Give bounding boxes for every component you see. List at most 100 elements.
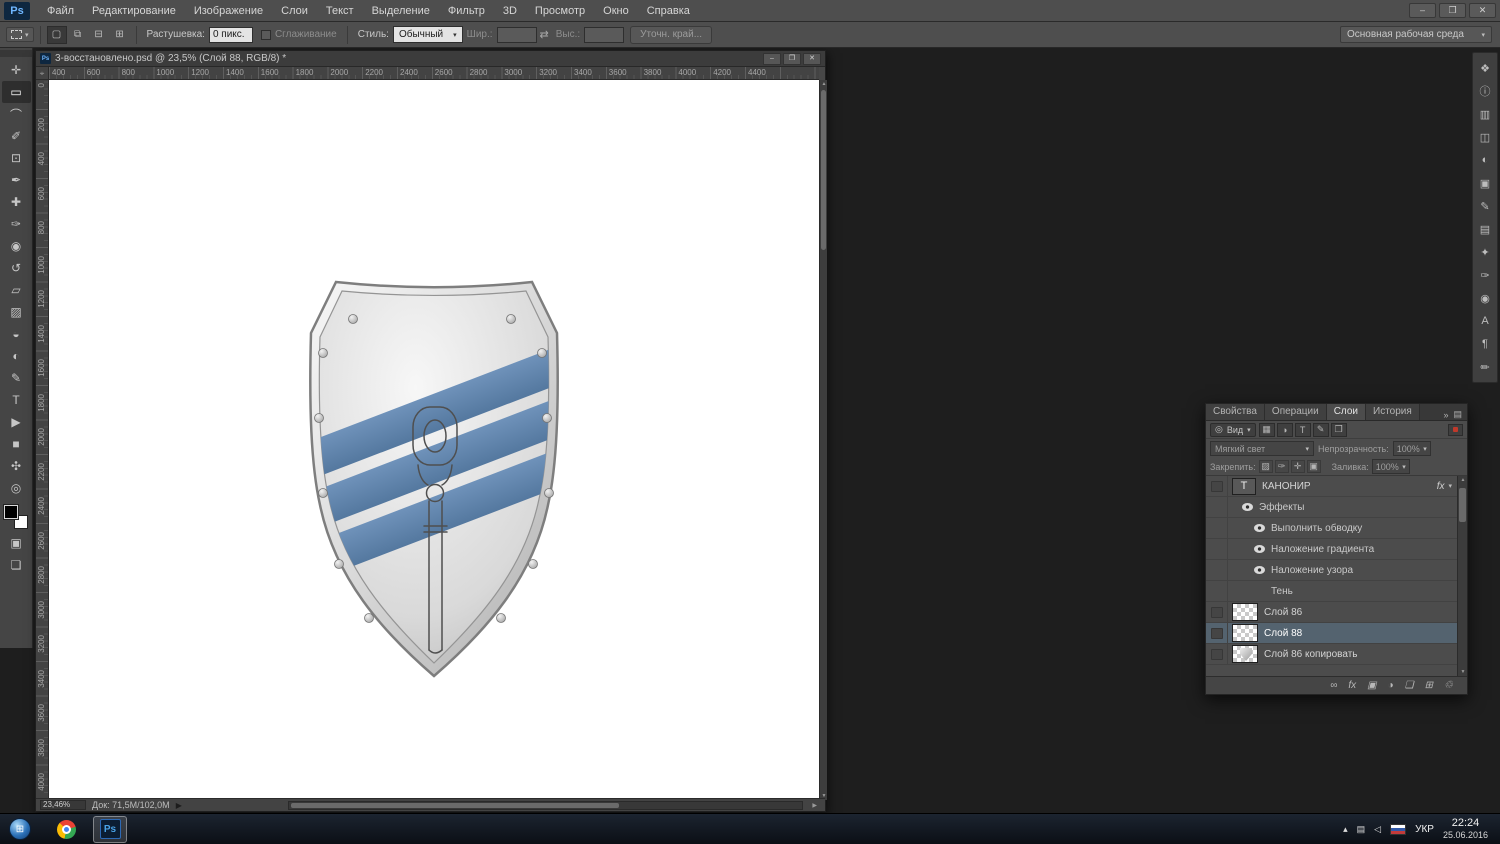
effect-visibility-toggle[interactable] <box>1254 524 1265 532</box>
menu-item-1[interactable]: Файл <box>38 0 83 22</box>
display-tray-icon[interactable]: ▤ <box>1357 824 1366 835</box>
intersect-selection-icon[interactable]: ⊞ <box>110 26 130 44</box>
layers-scroll-thumb[interactable] <box>1459 488 1466 522</box>
clone-source-panel-icon[interactable]: ◉ <box>1475 289 1495 307</box>
layer-row-7[interactable]: Слой 86 <box>1206 602 1457 623</box>
foreground-color-swatch[interactable] <box>4 505 18 519</box>
tools-panel-header[interactable] <box>0 50 32 57</box>
menu-item-9[interactable]: Просмотр <box>526 0 594 22</box>
pen-tool[interactable]: ✎ <box>2 367 31 389</box>
ruler-origin-corner[interactable]: ⌖ <box>36 67 49 80</box>
swap-dimensions-icon[interactable]: ⇄ <box>540 28 549 41</box>
paths-panel-icon[interactable]: ✎ <box>1475 197 1495 215</box>
filter-adjustment-layers-icon[interactable]: ◑ <box>1276 422 1293 437</box>
zoom-tool[interactable]: ◎ <box>2 477 31 499</box>
healing-brush-tool[interactable]: ✚ <box>2 191 31 213</box>
filter-type-layers-icon[interactable]: T <box>1294 422 1311 437</box>
paragraph-panel-icon[interactable]: ¶ <box>1475 335 1495 353</box>
lock-pixels-icon[interactable]: ✑ <box>1274 460 1289 473</box>
menu-item-6[interactable]: Выделение <box>363 0 439 22</box>
lasso-tool[interactable]: ⌒ <box>2 103 31 125</box>
tab-actions[interactable]: Операции <box>1264 404 1327 420</box>
language-flag-icon[interactable] <box>1390 823 1407 835</box>
tab-properties[interactable]: Свойства <box>1206 404 1265 420</box>
feather-input[interactable]: 0 пикс. <box>208 26 253 43</box>
new-layer-icon[interactable]: ⊞ <box>1425 680 1433 691</box>
effect-visibility-toggle[interactable] <box>1254 566 1265 574</box>
visibility-toggle[interactable] <box>1206 476 1228 496</box>
vertical-scrollbar[interactable]: ▲ ▼ <box>819 80 827 800</box>
brush-panel-icon[interactable]: ✑ <box>1475 266 1495 284</box>
menu-item-2[interactable]: Редактирование <box>83 0 185 22</box>
visibility-toggle[interactable] <box>1206 623 1228 643</box>
layer-row-9[interactable]: Слой 86 копировать <box>1206 644 1457 665</box>
visibility-toggle[interactable] <box>1206 560 1228 580</box>
quick-selection-tool[interactable]: ✐ <box>2 125 31 147</box>
filter-pixel-layers-icon[interactable]: ▦ <box>1258 422 1275 437</box>
history-brush-tool[interactable]: ↺ <box>2 257 31 279</box>
new-group-icon[interactable]: ❏ <box>1405 680 1414 691</box>
styles-panel-icon[interactable]: ✦ <box>1475 243 1495 261</box>
taskbar-clock[interactable]: 22:24 25.06.2016 <box>1443 817 1488 842</box>
filter-toggle[interactable] <box>1448 423 1463 436</box>
eraser-tool[interactable]: ▱ <box>2 279 31 301</box>
tab-layers[interactable]: Слои <box>1326 404 1367 420</box>
status-options-icon[interactable]: ▶ <box>176 801 182 810</box>
scroll-up-icon[interactable]: ▲ <box>1458 477 1468 483</box>
width-input[interactable] <box>496 26 537 43</box>
navigator-panel-icon[interactable]: ◫ <box>1475 128 1495 146</box>
volume-tray-icon[interactable]: ◁ <box>1374 824 1381 835</box>
move-tool[interactable]: ✛ <box>2 59 31 81</box>
layer-styles-icon[interactable]: fx <box>1348 680 1356 691</box>
menu-item-3[interactable]: Изображение <box>185 0 272 22</box>
eyedropper-tool[interactable]: ✒ <box>2 169 31 191</box>
horizontal-scrollbar[interactable] <box>288 801 803 810</box>
lock-position-icon[interactable]: ✛ <box>1290 460 1305 473</box>
masks-panel-icon[interactable]: ▣ <box>1475 174 1495 192</box>
info-panel-icon[interactable]: ⓘ <box>1475 82 1495 100</box>
horizontal-scroll-thumb[interactable] <box>291 803 620 808</box>
adjustment-layer-icon[interactable]: ◑ <box>1388 680 1394 691</box>
layer-row-8[interactable]: Слой 88 <box>1206 623 1457 644</box>
lock-all-icon[interactable]: ▣ <box>1306 460 1321 473</box>
close-button[interactable]: ✕ <box>1469 3 1496 18</box>
hand-tool[interactable]: ✣ <box>2 455 31 477</box>
gradient-tool[interactable]: ▨ <box>2 301 31 323</box>
layer-row-3[interactable]: Выполнить обводку <box>1206 518 1457 539</box>
menu-item-5[interactable]: Текст <box>317 0 363 22</box>
language-indicator[interactable]: УКР <box>1415 824 1434 835</box>
quick-mask-icon[interactable]: ▣ <box>2 532 31 554</box>
menu-item-7[interactable]: Фильтр <box>439 0 494 22</box>
doc-close-button[interactable]: ✕ <box>803 52 821 65</box>
zoom-level-input[interactable]: 23,46% <box>40 800 86 810</box>
lock-transparency-icon[interactable]: ▨ <box>1258 460 1273 473</box>
layers-scrollbar[interactable]: ▲ ▼ <box>1457 476 1467 676</box>
restore-button[interactable]: ❐ <box>1439 3 1466 18</box>
doc-minimize-button[interactable]: – <box>763 52 781 65</box>
filter-shape-layers-icon[interactable]: ✎ <box>1312 422 1329 437</box>
new-selection-icon[interactable]: ▢ <box>46 25 67 44</box>
photoshop-taskbar-button[interactable]: Ps <box>93 815 127 843</box>
visibility-toggle[interactable] <box>1206 644 1228 664</box>
brush-tool[interactable]: ✑ <box>2 213 31 235</box>
layer-row-5[interactable]: Наложение узора <box>1206 560 1457 581</box>
color-panel-icon[interactable]: ❖ <box>1475 59 1495 77</box>
character-panel-icon[interactable]: А <box>1475 312 1495 330</box>
visibility-toggle[interactable] <box>1206 518 1228 538</box>
layer-row-4[interactable]: Наложение градиента <box>1206 539 1457 560</box>
panel-menu-icon[interactable]: ▤ <box>1453 409 1462 420</box>
blend-mode-select[interactable]: Мягкий свет ▾ <box>1210 441 1314 456</box>
effect-visibility-toggle[interactable] <box>1254 545 1265 553</box>
layer-row-1[interactable]: T КАНОНИР fx ▾ <box>1206 476 1457 497</box>
screen-mode-icon[interactable]: ❏ <box>2 554 31 576</box>
collapse-effects-icon[interactable]: ▾ <box>1448 482 1452 490</box>
canvas[interactable] <box>49 80 819 800</box>
chrome-taskbar-button[interactable] <box>51 816 81 842</box>
menu-item-11[interactable]: Справка <box>638 0 699 22</box>
channels-panel-icon[interactable]: ▤ <box>1475 220 1495 238</box>
minimize-button[interactable]: – <box>1409 3 1436 18</box>
color-swatches[interactable] <box>3 504 29 530</box>
filter-smart-objects-icon[interactable]: ❒ <box>1330 422 1347 437</box>
menu-item-10[interactable]: Окно <box>594 0 638 22</box>
type-tool[interactable]: T <box>2 389 31 411</box>
